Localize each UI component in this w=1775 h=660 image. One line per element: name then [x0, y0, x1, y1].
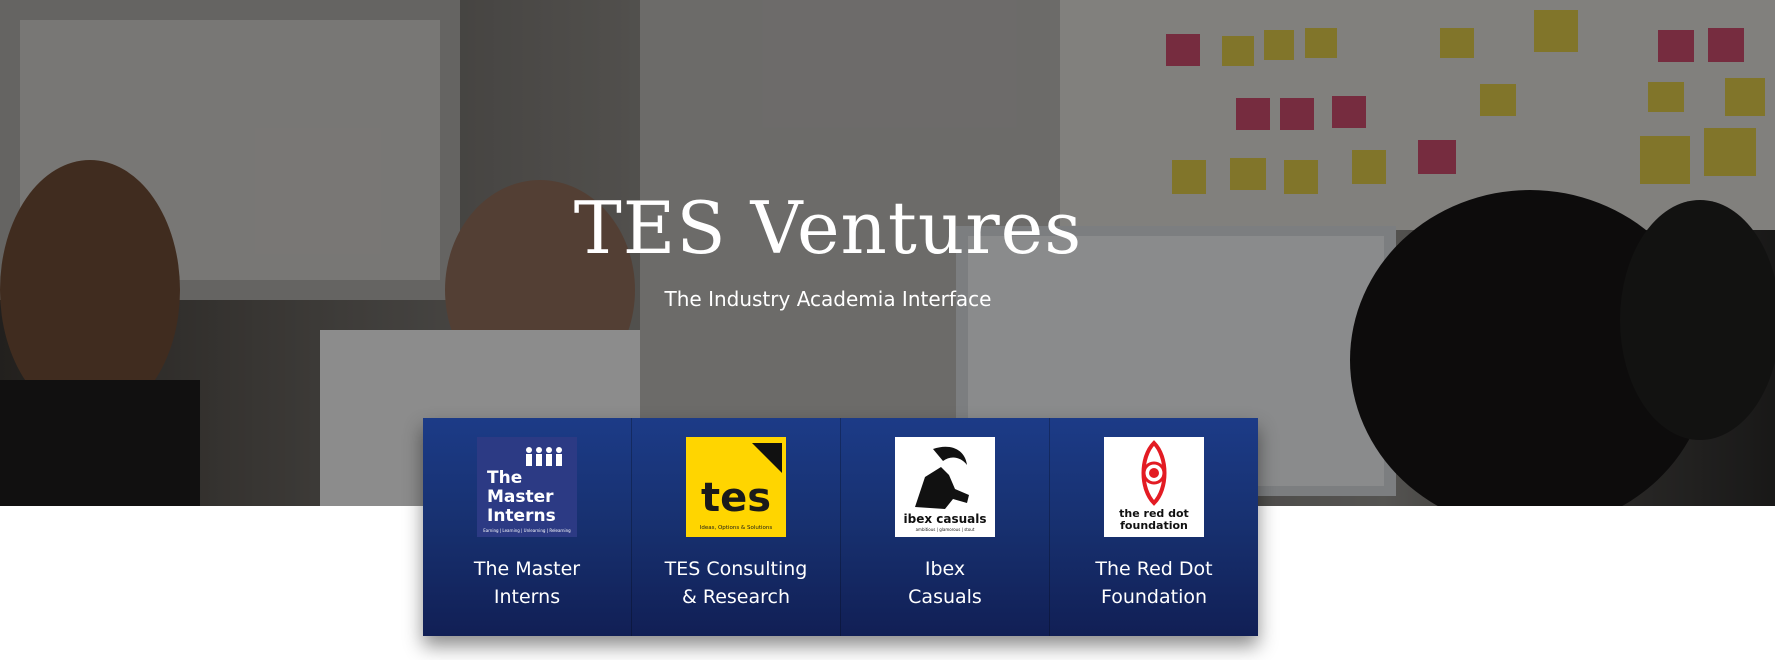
hero-title: TES Ventures: [573, 186, 1083, 270]
svg-text:tes: tes: [701, 475, 771, 521]
venture-label: TES Consulting & Research: [664, 558, 808, 608]
venture-card-red-dot-foundation[interactable]: the red dot foundation The Red Dot Found…: [1050, 418, 1258, 636]
ibex-casuals-logo: ibex casuals ambitious | glamorous | sto…: [895, 437, 995, 537]
ventures-panel: The Master Interns Earning | Learning | …: [423, 418, 1258, 636]
hero-subtitle: The Industry Academia Interface: [664, 287, 992, 311]
venture-card-tes-consulting[interactable]: tes Ideas, Options & Solutions TES Consu…: [632, 418, 841, 636]
svg-text:Ideas, Options & Solutions: Ideas, Options & Solutions: [700, 525, 773, 531]
svg-text:The: The: [487, 468, 522, 488]
tes-logo: tes Ideas, Options & Solutions: [686, 437, 786, 537]
venture-card-master-interns[interactable]: The Master Interns Earning | Learning | …: [423, 418, 632, 636]
red-dot-foundation-logo: the red dot foundation: [1104, 437, 1204, 537]
venture-label: The Red Dot Foundation: [1095, 558, 1213, 608]
svg-text:ambitious | glamorous | stout: ambitious | glamorous | stout: [916, 527, 975, 532]
svg-text:Master: Master: [487, 487, 554, 507]
venture-card-ibex-casuals[interactable]: ibex casuals ambitious | glamorous | sto…: [841, 418, 1050, 636]
master-interns-logo: The Master Interns Earning | Learning | …: [477, 437, 577, 537]
venture-label: The Master Interns: [473, 558, 581, 608]
svg-text:ibex casuals: ibex casuals: [903, 512, 986, 526]
svg-text:Interns: Interns: [487, 506, 556, 526]
svg-text:foundation: foundation: [1120, 519, 1188, 532]
svg-text:Earning | Learning | Unlearnin: Earning | Learning | Unlearning | Relear…: [483, 528, 571, 533]
venture-label: Ibex Casuals: [908, 558, 982, 608]
